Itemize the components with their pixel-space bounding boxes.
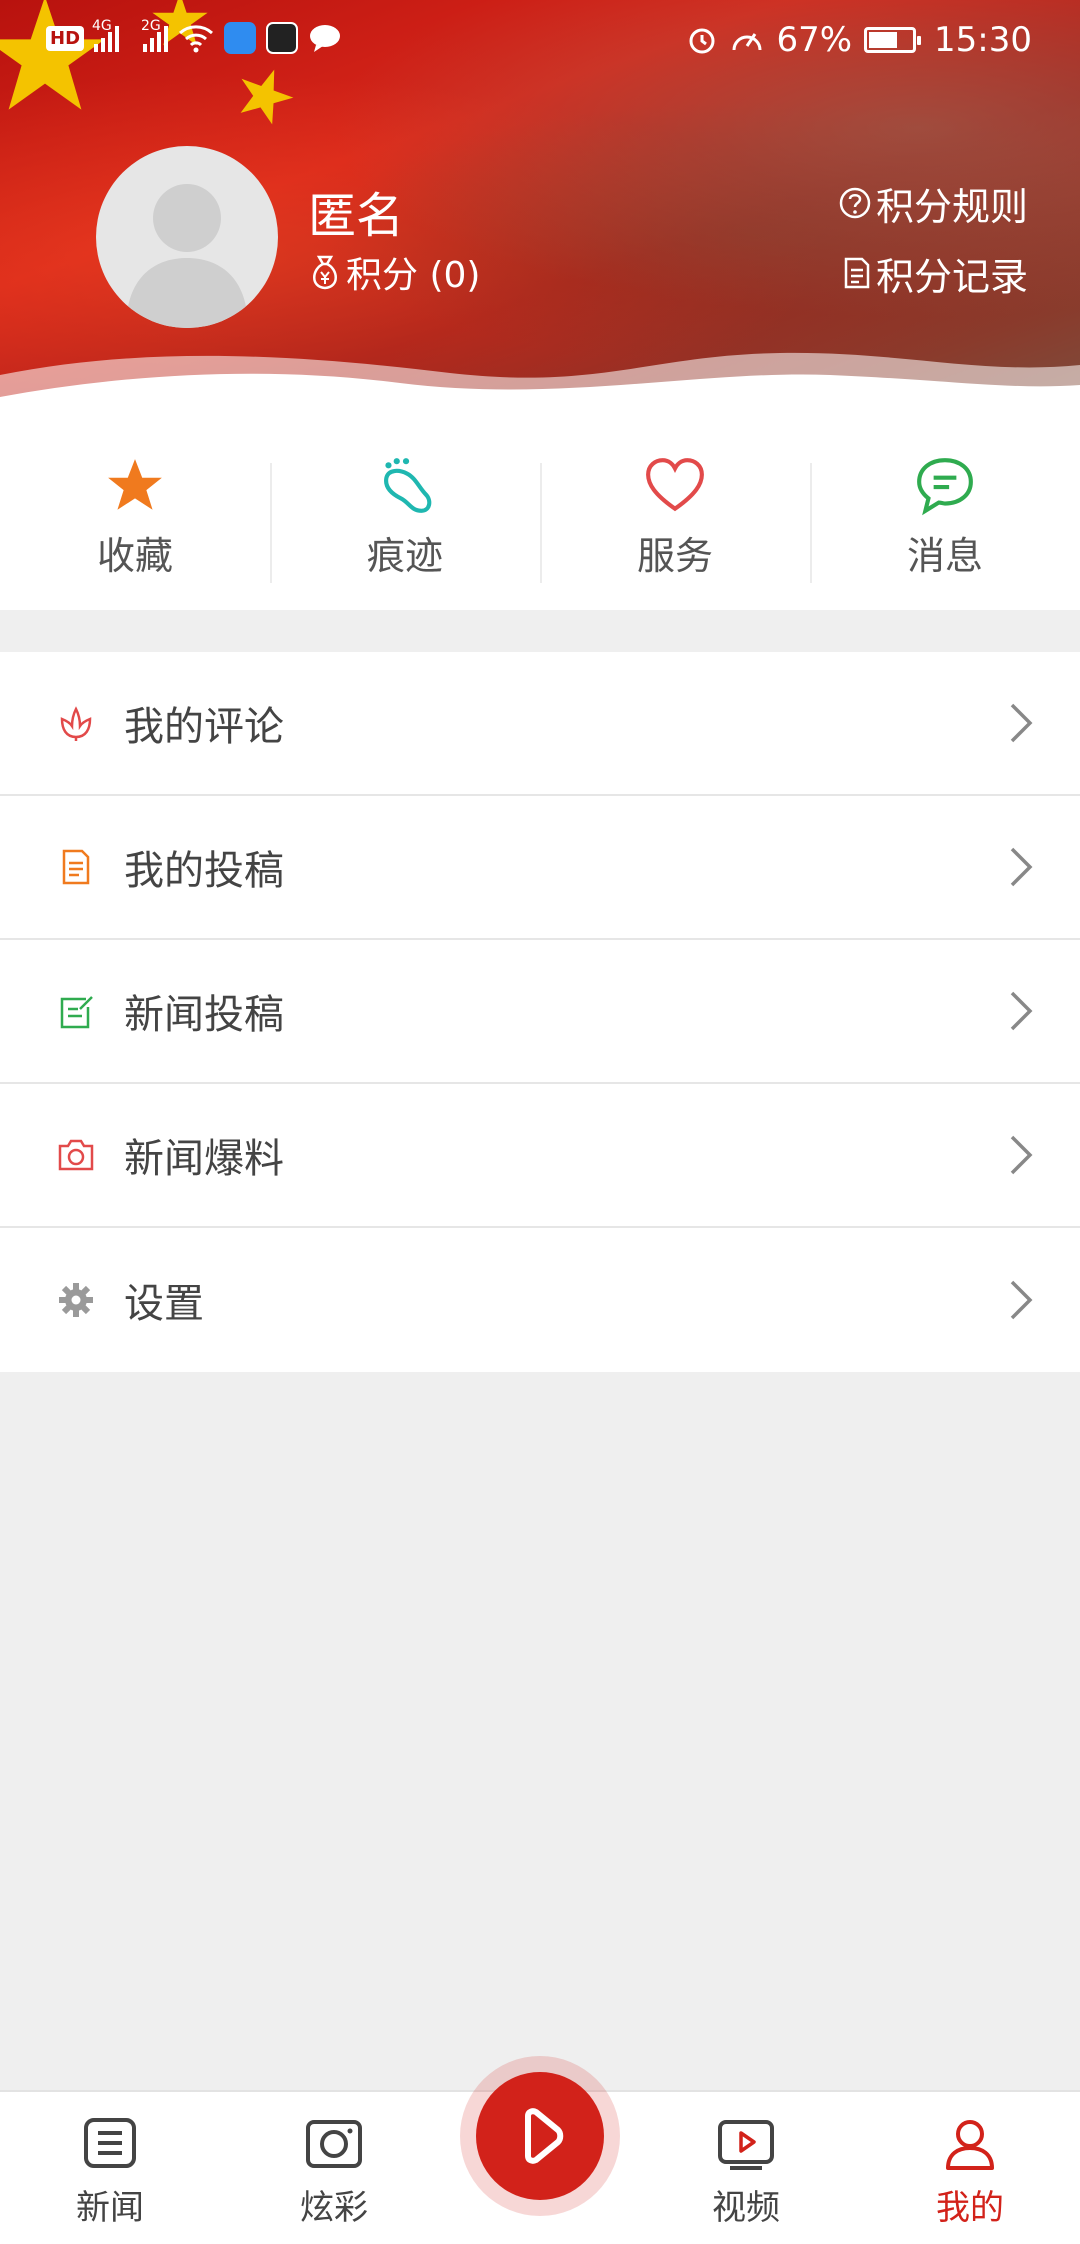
points-records-link[interactable]: 积分记录	[838, 246, 1028, 300]
camera-icon	[306, 2120, 362, 2168]
menu-label: 新闻投稿	[124, 992, 284, 1038]
nav-label: 我的	[936, 2188, 1004, 2228]
quick-action-label: 服务	[636, 534, 713, 578]
document-icon	[62, 849, 90, 885]
nav-news[interactable]: 新闻	[40, 2116, 180, 2229]
battery-percent: 67%	[776, 20, 853, 60]
app-notification-icon	[266, 22, 299, 54]
menu-label: 我的评论	[124, 704, 284, 750]
battery-icon	[864, 27, 922, 53]
points-rules-label: 积分规则	[875, 184, 1028, 229]
center-play-button-inner	[476, 2072, 604, 2200]
menu-label: 新闻爆料	[124, 1136, 284, 1182]
chat-bubble-icon	[310, 25, 341, 52]
star-icon	[108, 459, 162, 510]
nav-gallery[interactable]: 炫彩	[264, 2116, 404, 2229]
heart-icon	[646, 458, 704, 512]
news-icon	[84, 2118, 136, 2168]
gear-icon	[59, 1283, 93, 1317]
flower-icon	[60, 706, 92, 741]
points-records-label: 积分记录	[875, 254, 1028, 299]
chevron-right-icon	[1010, 1135, 1033, 1175]
nav-label: 炫彩	[300, 2188, 368, 2228]
menu-label: 设置	[124, 1281, 204, 1327]
quick-action-label: 收藏	[96, 534, 173, 578]
camera-icon	[58, 1139, 94, 1171]
username[interactable]: 匿名	[308, 176, 404, 246]
nav-video[interactable]: 视频	[676, 2116, 816, 2229]
message-icon	[917, 458, 973, 516]
nav-label: 视频	[712, 2188, 780, 2228]
video-icon	[718, 2120, 774, 2170]
points-display[interactable]: 积分 (0)	[308, 246, 480, 298]
status-bar: HD 4G 2G 67% 15:30	[0, 0, 1080, 84]
hd-badge: HD	[46, 25, 85, 51]
footprint-icon	[384, 458, 432, 513]
play-icon	[525, 2108, 564, 2164]
chevron-right-icon	[1010, 991, 1033, 1031]
points-rules-link[interactable]: 积分规则	[838, 176, 1028, 230]
signal-icon: 4G	[92, 18, 120, 52]
avatar[interactable]	[96, 146, 278, 328]
quick-action-traces[interactable]: 痕迹	[270, 425, 540, 610]
menu-my-comments[interactable]: 我的评论	[0, 652, 1080, 796]
question-icon	[839, 187, 871, 219]
signal-icon: 2G	[141, 18, 169, 52]
quick-action-services[interactable]: 服务	[540, 425, 810, 610]
menu-news-tips[interactable]: 新闻爆料	[0, 1084, 1080, 1228]
menu-news-submission[interactable]: 新闻投稿	[0, 940, 1080, 1084]
chevron-right-icon	[1010, 847, 1033, 887]
chevron-right-icon	[1010, 703, 1033, 743]
quick-action-label: 痕迹	[366, 534, 443, 578]
menu-label: 我的投稿	[124, 848, 284, 894]
chevron-right-icon	[1010, 1280, 1033, 1320]
speed-icon	[732, 33, 762, 51]
document-icon	[844, 257, 870, 289]
menu-settings[interactable]: 设置	[0, 1228, 1080, 1372]
center-play-button[interactable]	[460, 2056, 620, 2216]
app-notification-icon	[224, 22, 257, 54]
points-label: 积分 (0)	[346, 255, 481, 296]
menu-list: 我的评论 我的投稿 新闻投稿 新闻爆料 设置	[0, 652, 1080, 1372]
nav-label: 新闻	[76, 2188, 144, 2228]
header-wave	[0, 352, 1080, 425]
wifi-icon	[179, 25, 214, 53]
menu-my-submissions[interactable]: 我的投稿	[0, 796, 1080, 940]
quick-action-messages[interactable]: 消息	[810, 425, 1080, 610]
quick-action-favorites[interactable]: 收藏	[0, 425, 270, 610]
money-bag-icon	[313, 255, 337, 290]
clock: 15:30	[934, 20, 1032, 60]
edit-icon	[60, 996, 93, 1029]
quick-actions: 收藏 痕迹 服务 消息	[0, 425, 1080, 610]
user-silhouette-icon	[126, 184, 248, 328]
alarm-icon	[689, 28, 715, 54]
quick-action-label: 消息	[906, 534, 983, 578]
user-icon	[946, 2120, 994, 2170]
nav-mine[interactable]: 我的	[900, 2116, 1040, 2229]
profile-header: HD 4G 2G 67% 15:30 匿名 积分 (0) 积分规则 积分记录	[0, 0, 1080, 425]
